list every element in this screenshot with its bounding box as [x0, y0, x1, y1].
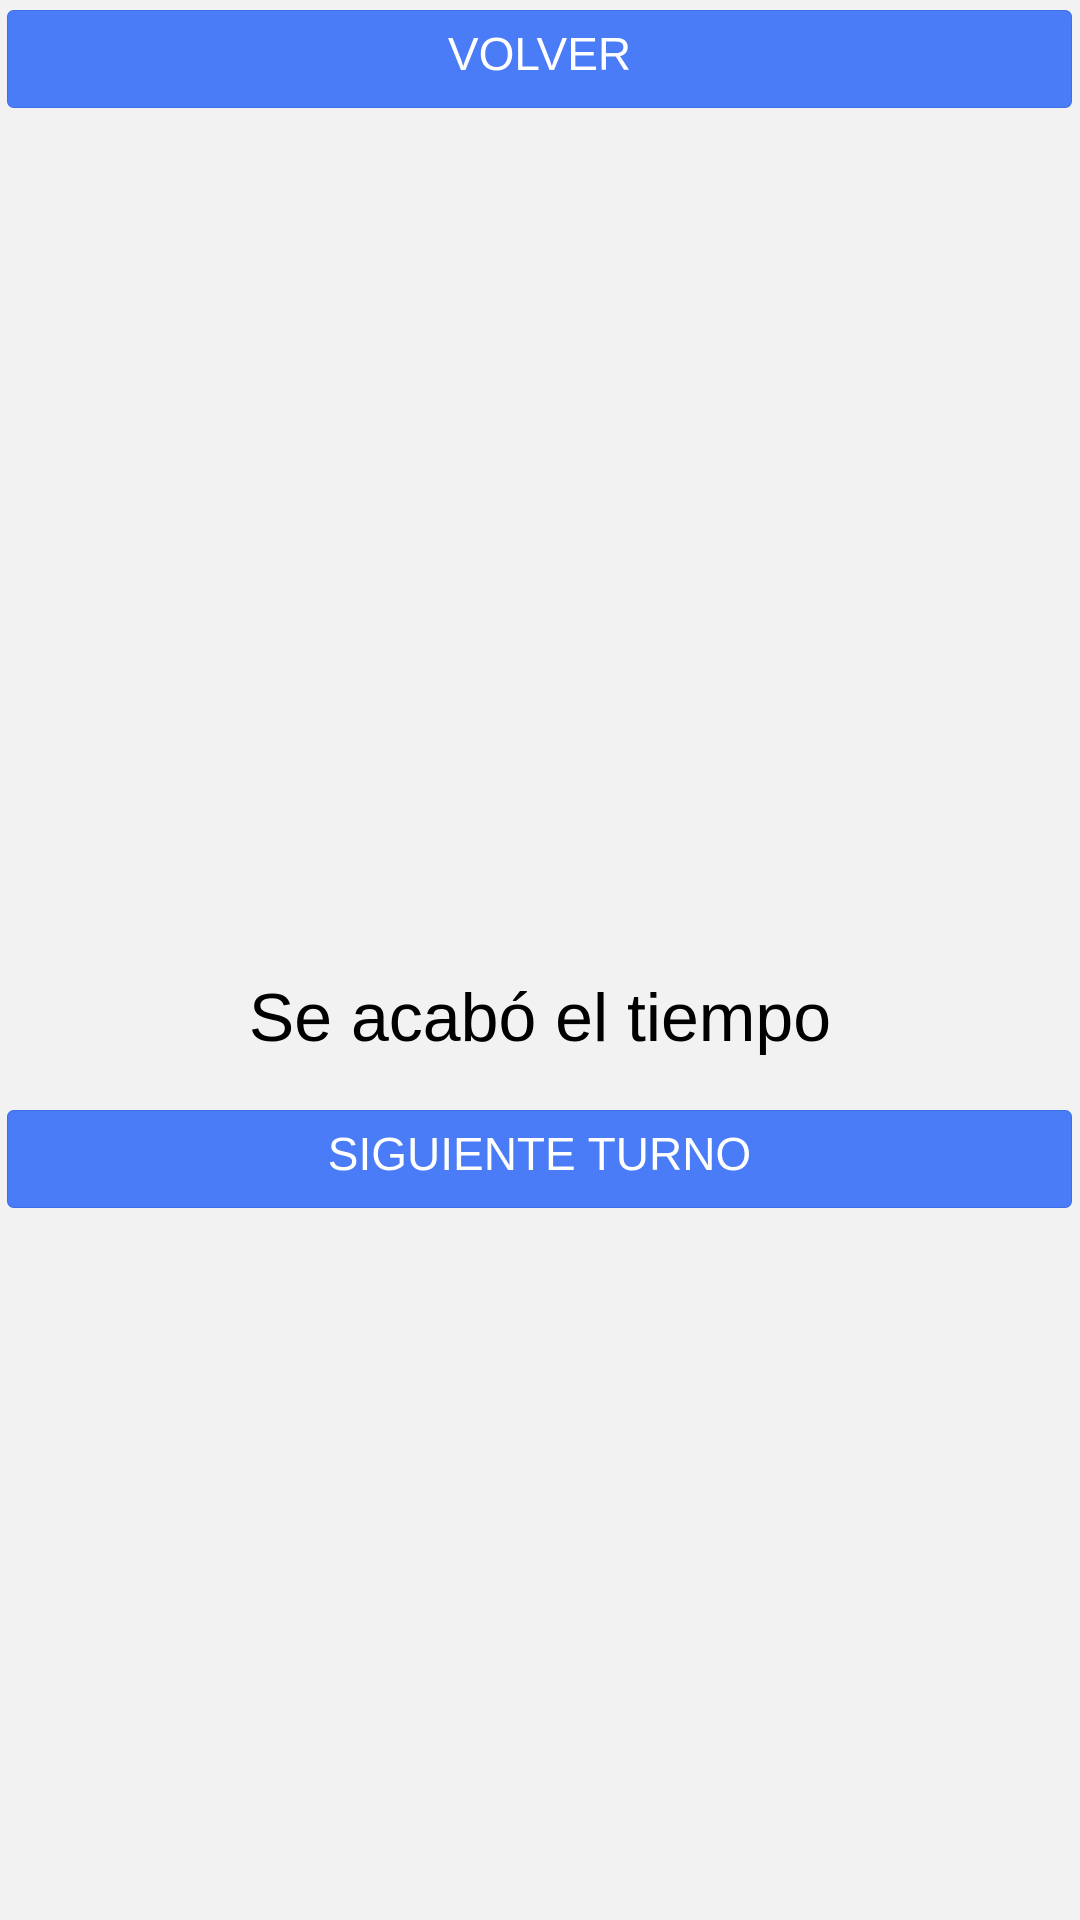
back-button[interactable]: VOLVER	[7, 10, 1072, 108]
next-turn-button[interactable]: SIGUIENTE TURNO	[7, 1110, 1072, 1208]
time-up-message: Se acabó el tiempo	[248, 980, 832, 1056]
